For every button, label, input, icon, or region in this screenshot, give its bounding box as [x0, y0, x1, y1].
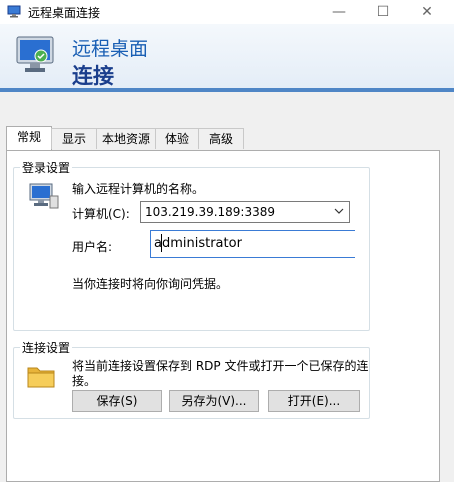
connection-description-line2: 接。 [72, 374, 97, 388]
tab-general[interactable]: 常规 [6, 126, 52, 151]
remote-desktop-app-icon [7, 5, 21, 18]
tab-advanced[interactable]: 高级 [198, 128, 244, 149]
username-value: administrator [154, 236, 242, 251]
title-bar: 远程桌面连接 — ☐ ✕ [0, 0, 454, 24]
header-divider [0, 88, 454, 92]
connection-settings-group: 连接设置 将当前连接设置保存到 RDP 文件或打开一个已保存的连 接。 保存(S… [13, 339, 370, 419]
credentials-note: 当你连接时将向你询问凭据。 [72, 277, 229, 291]
header-banner: 远程桌面 连接 [0, 24, 454, 88]
username-input[interactable]: administrator [150, 230, 355, 258]
chevron-down-icon[interactable] [333, 204, 345, 218]
computer-combobox[interactable]: 103.219.39.189:3389 [140, 201, 350, 223]
login-settings-title: 登录设置 [20, 159, 73, 176]
login-settings-group: 登录设置 输入远程计算机的名称。 计算机(C): 103.219.39.189:… [13, 159, 370, 331]
remote-monitor-icon [16, 36, 54, 72]
header-title-line2: 连接 [72, 64, 114, 88]
text-caret [161, 234, 162, 252]
computer-label: 计算机(C): [72, 207, 130, 221]
tab-local-resources[interactable]: 本地资源 [96, 128, 156, 149]
folder-icon [27, 367, 55, 388]
maximize-button[interactable]: ☐ [360, 0, 406, 24]
tab-display[interactable]: 显示 [51, 128, 97, 149]
connection-description-line1: 将当前连接设置保存到 RDP 文件或打开一个已保存的连 [72, 359, 369, 373]
header-title-line1: 远程桌面 [72, 38, 149, 60]
general-tab-panel: 登录设置 输入远程计算机的名称。 计算机(C): 103.219.39.189:… [6, 150, 440, 482]
window-title: 远程桌面连接 [28, 6, 101, 20]
login-prompt: 输入远程计算机的名称。 [72, 182, 205, 196]
minimize-button[interactable]: — [316, 0, 362, 24]
save-button[interactable]: 保存(S) [72, 390, 162, 412]
computer-icon [29, 183, 59, 209]
open-button[interactable]: 打开(E)... [268, 390, 360, 412]
close-button[interactable]: ✕ [404, 0, 450, 24]
tab-experience[interactable]: 体验 [155, 128, 199, 149]
save-as-button[interactable]: 另存为(V)... [169, 390, 259, 412]
username-label: 用户名: [72, 240, 113, 254]
computer-value: 103.219.39.189:3389 [145, 205, 276, 219]
connection-settings-title: 连接设置 [20, 339, 73, 356]
